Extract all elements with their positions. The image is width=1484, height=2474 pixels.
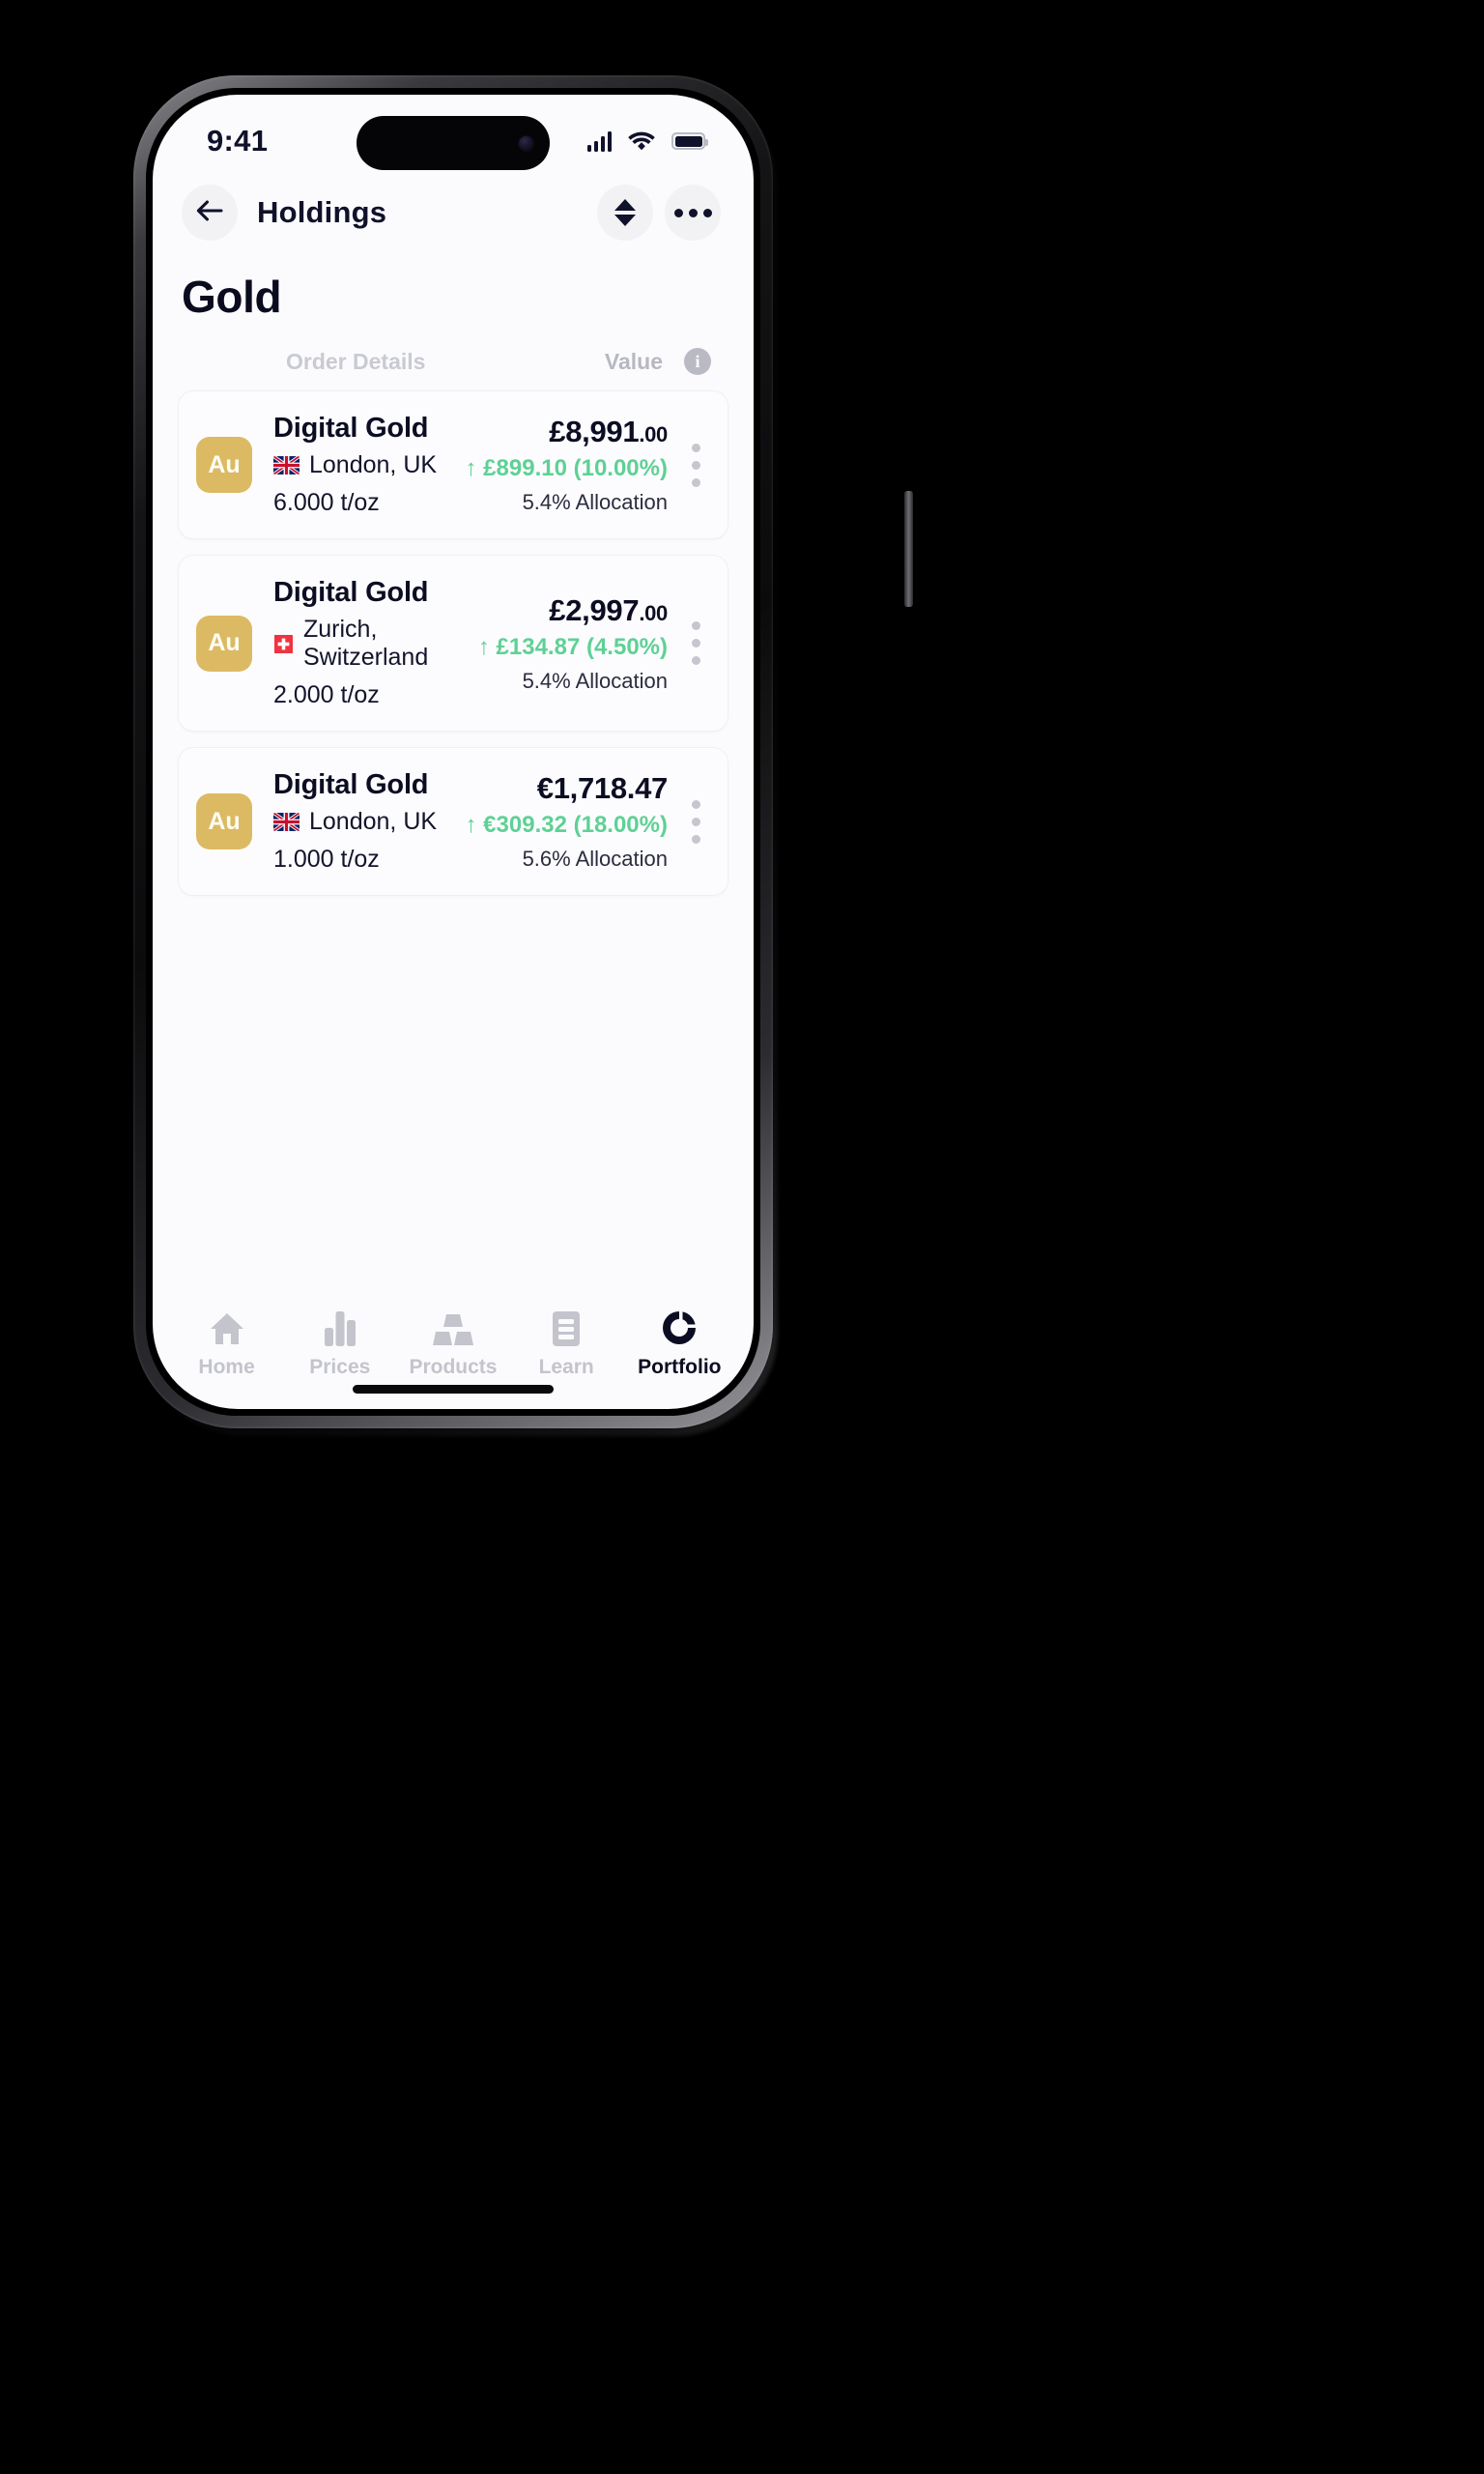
holding-menu-button[interactable] xyxy=(677,443,714,487)
column-value: Value xyxy=(604,348,663,374)
uk-flag-icon xyxy=(273,456,300,475)
status-bar: 9:41 xyxy=(153,95,754,170)
holding-quantity: 1.000 t/oz xyxy=(273,846,380,873)
holding-quantity: 6.000 t/oz xyxy=(273,489,380,516)
dynamic-island xyxy=(357,116,550,170)
tab-products[interactable]: Products xyxy=(398,1307,508,1379)
holding-card[interactable]: Au Digital Gold Zurich, Switzerland 2.00… xyxy=(178,555,728,732)
holding-location-row: London, UK xyxy=(273,451,466,479)
holding-values: £2,997.00 ↑ £134.87 (4.50%) 5.4% Allocat… xyxy=(478,593,668,694)
holding-allocation: 5.4% Allocation xyxy=(522,668,668,693)
holding-gain: ↑ €309.32 (18.00%) xyxy=(465,812,668,838)
gold-bars-icon xyxy=(432,1307,474,1347)
home-icon xyxy=(209,1307,245,1347)
gold-symbol-badge: Au xyxy=(196,793,252,849)
holding-card[interactable]: Au Digital Gold xyxy=(178,390,728,539)
holding-name: Digital Gold xyxy=(273,577,429,608)
bottom-tab-bar: Home Prices Products Learn Portfolio xyxy=(153,1271,754,1385)
tab-portfolio[interactable]: Portfolio xyxy=(624,1307,734,1379)
holdings-list: Au Digital Gold London, UK 6.000 t/oz £8… xyxy=(153,390,754,896)
donut-chart-icon xyxy=(660,1307,699,1347)
phone-bezel: 9:41 Holdings Gold Order Details Value i… xyxy=(146,88,760,1416)
phone-screen: 9:41 Holdings Gold Order Details Value i… xyxy=(153,95,754,1409)
holding-details: Digital Gold London, UK xyxy=(273,413,466,517)
tab-label: Portfolio xyxy=(638,1356,722,1378)
info-icon[interactable]: i xyxy=(684,348,711,375)
page-title: Gold xyxy=(182,272,282,322)
holding-value: £2,997.00 xyxy=(478,593,668,628)
holding-name: Digital Gold xyxy=(273,769,429,800)
arrow-left-icon xyxy=(195,199,224,227)
column-headers: Order Details Value i xyxy=(153,323,754,390)
tab-home[interactable]: Home xyxy=(172,1307,282,1379)
holding-details: Digital Gold London, UK xyxy=(273,769,466,874)
holding-card[interactable]: Au Digital Gold xyxy=(178,747,728,896)
tab-prices[interactable]: Prices xyxy=(285,1307,395,1379)
holding-allocation: 5.4% Allocation xyxy=(522,490,668,514)
holding-location: Zurich, Switzerland xyxy=(303,616,429,671)
more-options-button[interactable] xyxy=(665,185,721,241)
status-time: 9:41 xyxy=(207,124,269,158)
wifi-icon xyxy=(627,130,656,152)
home-indicator[interactable] xyxy=(153,1385,754,1409)
holding-values: £8,991.00 ↑ £899.10 (10.00%) 5.4% Alloca… xyxy=(465,415,669,515)
more-horizontal-icon xyxy=(673,208,712,217)
tab-label: Prices xyxy=(309,1356,371,1378)
holding-details: Digital Gold Zurich, Switzerland 2.000 t… xyxy=(273,577,478,709)
back-button[interactable] xyxy=(182,185,238,241)
holding-menu-button[interactable] xyxy=(677,621,714,665)
bar-chart-icon xyxy=(324,1307,357,1347)
holding-gain: ↑ £134.87 (4.50%) xyxy=(477,633,668,660)
screenshot-stage: 9:41 Holdings Gold Order Details Value i… xyxy=(0,0,1484,2474)
navigation-bar: Holdings xyxy=(153,170,754,251)
page-title-holdings: Holdings xyxy=(257,195,387,229)
tab-label: Learn xyxy=(538,1356,594,1378)
holding-location-row: London, UK xyxy=(273,808,466,836)
tab-label: Home xyxy=(198,1356,255,1378)
holding-location: London, UK xyxy=(309,451,438,478)
holding-location: London, UK xyxy=(309,808,438,835)
cellular-bars-icon xyxy=(586,130,612,152)
holding-value-decimals: .00 xyxy=(639,600,668,625)
nav-actions xyxy=(597,185,721,241)
uk-flag-icon xyxy=(273,813,300,831)
status-icons xyxy=(586,130,710,152)
holding-value-main: €1,718.47 xyxy=(536,771,669,805)
gold-symbol-badge: Au xyxy=(196,437,252,493)
holding-value: €1,718.47 xyxy=(466,771,669,806)
front-camera-icon xyxy=(519,135,533,151)
battery-full-icon xyxy=(671,132,708,150)
holding-allocation: 5.6% Allocation xyxy=(522,847,668,871)
sort-up-down-icon xyxy=(614,199,636,226)
tab-label: Products xyxy=(409,1356,498,1378)
phone-frame: 9:41 Holdings Gold Order Details Value i… xyxy=(133,75,913,1428)
holding-value: £8,991.00 xyxy=(466,415,668,449)
holding-quantity: 2.000 t/oz xyxy=(273,681,380,708)
document-icon xyxy=(551,1307,582,1347)
gold-symbol-badge: Au xyxy=(196,615,252,672)
holding-values: €1,718.47 ↑ €309.32 (18.00%) 5.6% Alloca… xyxy=(465,771,669,872)
holding-name: Digital Gold xyxy=(273,413,429,444)
column-order-details: Order Details xyxy=(286,348,426,374)
holding-value-main: £8,991 xyxy=(549,415,640,448)
swiss-flag-icon xyxy=(274,634,293,653)
tab-learn[interactable]: Learn xyxy=(511,1307,621,1379)
holding-gain: ↑ £899.10 (10.00%) xyxy=(465,455,668,481)
holding-value-decimals: .00 xyxy=(639,422,668,446)
holding-value-main: £2,997 xyxy=(549,592,640,627)
power-button[interactable] xyxy=(904,491,913,607)
holding-location-row: Zurich, Switzerland xyxy=(273,616,478,672)
holding-menu-button[interactable] xyxy=(677,799,714,844)
sort-button[interactable] xyxy=(597,185,653,241)
